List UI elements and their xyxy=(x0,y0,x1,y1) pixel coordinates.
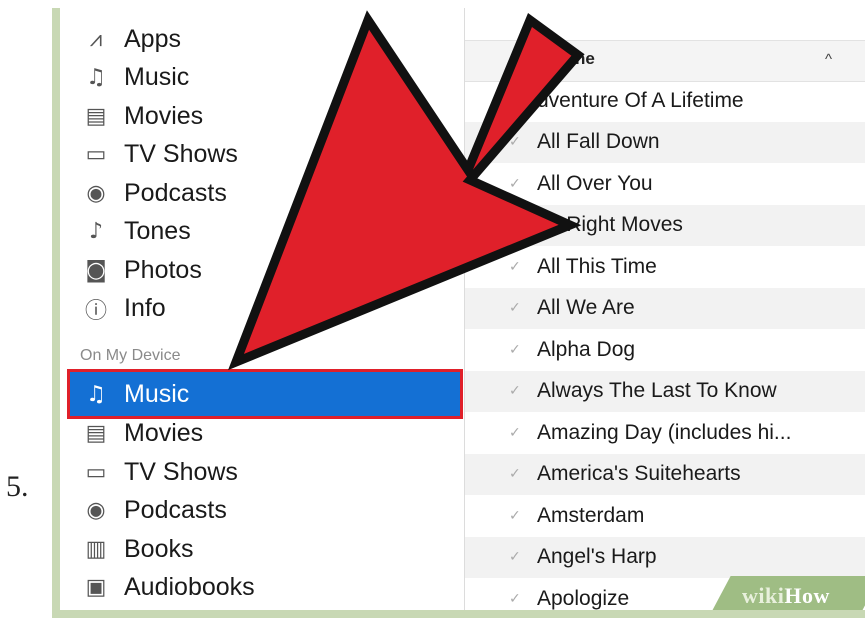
red-arrow-annotation xyxy=(228,10,585,371)
